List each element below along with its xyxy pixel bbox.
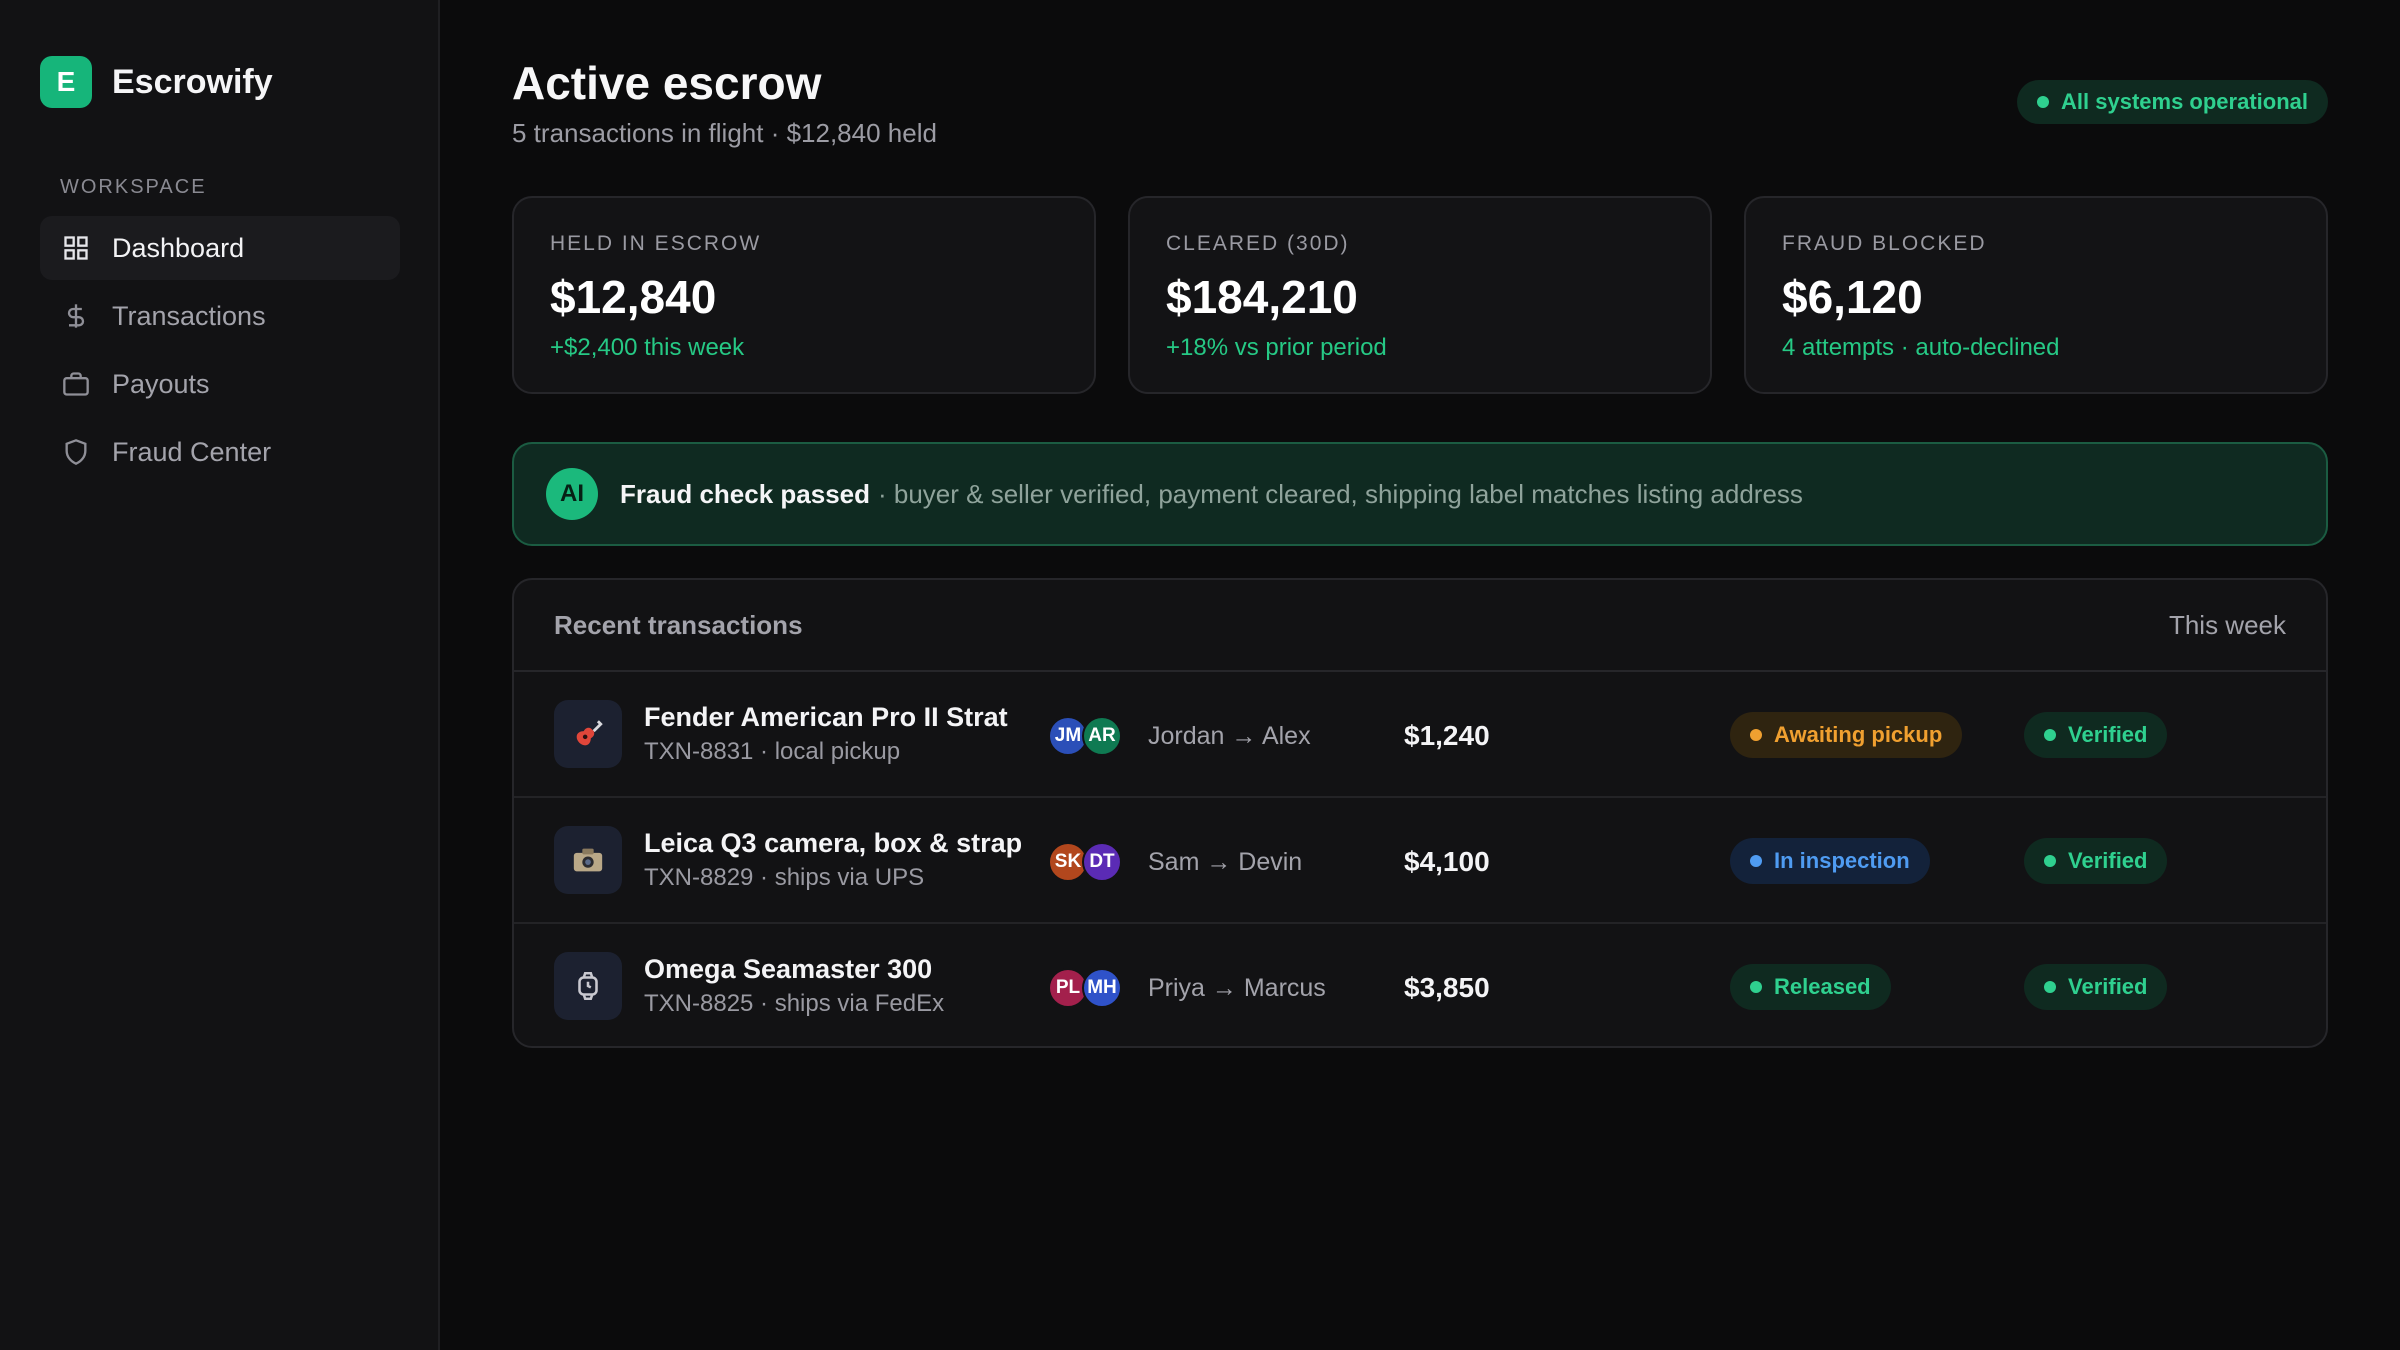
dollar-icon	[60, 300, 92, 332]
transaction-amount: $3,850	[1404, 972, 1490, 1003]
status-badge-text: Awaiting pickup	[1774, 722, 1943, 747]
avatar: MH	[1082, 968, 1122, 1008]
verification-badge-text: Verified	[2068, 848, 2148, 873]
status-dot-icon	[2044, 981, 2056, 993]
transactions-title: Recent transactions	[554, 609, 803, 640]
stat-card-held: HELD IN ESCROW $12,840 +$2,400 this week	[512, 196, 1096, 394]
status-dot-icon	[2044, 855, 2056, 867]
sidebar-item-label: Dashboard	[112, 232, 245, 263]
status-dot-icon	[1750, 855, 1762, 867]
stat-value: $6,120	[1782, 271, 1923, 323]
transaction-name: Leica Q3 camera, box & strap	[644, 828, 1023, 858]
verification-badge: Verified	[2024, 712, 2168, 758]
transaction-name: Omega Seamaster 300	[644, 954, 933, 984]
table-row[interactable]: Fender American Pro II Strat TXN-8831 · …	[514, 672, 2326, 798]
system-status-text: All systems operational	[2061, 89, 2308, 114]
status-badge: Released	[1730, 964, 1891, 1010]
status-badge: In inspection	[1730, 838, 1930, 884]
stat-label: FRAUD BLOCKED	[1782, 232, 1987, 255]
brand[interactable]: E Escrowify	[40, 56, 273, 108]
page-subtitle: 5 transactions in flight · $12,840 held	[512, 118, 937, 148]
transaction-meta: TXN-8831 · local pickup	[644, 738, 901, 765]
page-title: Active escrow	[512, 57, 822, 109]
sidebar-section-label: WORKSPACE	[60, 176, 207, 198]
avatar: AR	[1082, 716, 1122, 756]
camera-icon	[554, 826, 622, 894]
transaction-meta: TXN-8829 · ships via UPS	[644, 864, 925, 891]
stats-row: HELD IN ESCROW $12,840 +$2,400 this week…	[512, 196, 2328, 394]
system-status-badge: All systems operational	[2017, 80, 2328, 124]
status-badge: Awaiting pickup	[1730, 712, 1963, 758]
stat-note: +$2,400 this week	[550, 334, 745, 361]
sidebar-item-label: Payouts	[112, 368, 210, 399]
party-avatars: PL MH	[1048, 968, 1122, 1008]
grid-icon	[60, 232, 92, 264]
avatar: DT	[1082, 842, 1122, 882]
stat-note: 4 attempts · auto-declined	[1782, 334, 2060, 361]
verification-badge: Verified	[2024, 838, 2168, 884]
status-badge-text: In inspection	[1774, 848, 1910, 873]
transaction-amount: $1,240	[1404, 720, 1490, 751]
transaction-amount: $4,100	[1404, 846, 1490, 877]
shield-icon	[60, 436, 92, 468]
status-badge-text: Released	[1774, 974, 1871, 999]
status-dot-icon	[1750, 729, 1762, 741]
verification-badge-text: Verified	[2068, 722, 2148, 747]
brand-logo: E	[40, 56, 92, 108]
briefcase-icon	[60, 368, 92, 400]
sidebar-item-label: Transactions	[112, 300, 266, 331]
transaction-meta: TXN-8825 · ships via FedEx	[644, 990, 945, 1017]
fraud-check-banner: AI Fraud check passed · buyer & seller v…	[512, 442, 2328, 546]
fraud-check-title: Fraud check passed	[620, 478, 870, 509]
party-avatars: JM AR	[1048, 716, 1122, 756]
status-dot-icon	[1750, 981, 1762, 993]
ai-badge: AI	[546, 468, 598, 520]
transactions-header: Recent transactions This week	[514, 580, 2326, 672]
transactions-range-selector[interactable]: This week	[2169, 610, 2286, 641]
transaction-name: Fender American Pro II Strat	[644, 702, 1008, 732]
status-dot-icon	[2044, 729, 2056, 741]
sidebar: E Escrowify WORKSPACE Dashboard Transact…	[0, 0, 440, 1350]
watch-icon	[554, 952, 622, 1020]
stat-note: +18% vs prior period	[1166, 334, 1387, 361]
sidebar-item-label: Fraud Center	[112, 436, 272, 467]
table-row[interactable]: Leica Q3 camera, box & strap TXN-8829 · …	[514, 798, 2326, 924]
transaction-parties: Sam → Devin	[1148, 848, 1303, 876]
sidebar-item-fraud-center[interactable]: Fraud Center	[40, 420, 400, 484]
fraud-check-detail: · buyer & seller verified, payment clear…	[878, 478, 1803, 509]
stat-value: $184,210	[1166, 271, 1358, 323]
status-dot-icon	[2037, 96, 2050, 108]
sidebar-item-payouts[interactable]: Payouts	[40, 352, 400, 416]
recent-transactions-panel: Recent transactions This week Fender Ame…	[512, 578, 2328, 1048]
sidebar-nav: Dashboard Transactions Payouts Fraud Cen…	[40, 216, 400, 488]
brand-name: Escrowify	[112, 62, 273, 101]
transaction-parties: Jordan → Alex	[1148, 722, 1311, 750]
transaction-parties: Priya → Marcus	[1148, 974, 1326, 1002]
stat-card-fraud-blocked: FRAUD BLOCKED $6,120 4 attempts · auto-d…	[1744, 196, 2328, 394]
table-row[interactable]: Omega Seamaster 300 TXN-8825 · ships via…	[514, 924, 2326, 1046]
party-avatars: SK DT	[1048, 842, 1122, 882]
stat-card-cleared: CLEARED (30D) $184,210 +18% vs prior per…	[1128, 196, 1712, 394]
guitar-icon	[554, 700, 622, 768]
stat-value: $12,840	[550, 271, 717, 323]
sidebar-item-transactions[interactable]: Transactions	[40, 284, 400, 348]
verification-badge: Verified	[2024, 964, 2168, 1010]
stat-label: HELD IN ESCROW	[550, 232, 762, 255]
verification-badge-text: Verified	[2068, 974, 2148, 999]
sidebar-item-dashboard[interactable]: Dashboard	[40, 216, 400, 280]
stat-label: CLEARED (30D)	[1166, 232, 1350, 255]
